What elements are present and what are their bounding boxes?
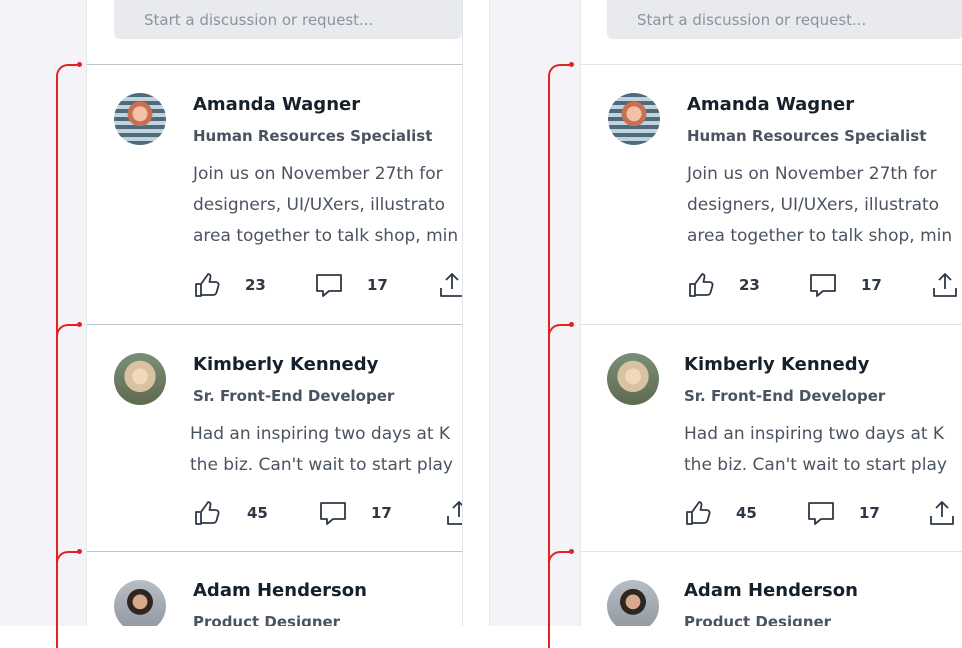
comment-icon[interactable] (807, 499, 835, 527)
post-item: Kimberly Kennedy Sr. Front-End Developer… (87, 324, 462, 553)
thumbs-up-icon[interactable] (687, 271, 715, 299)
post-item: Adam Henderson Product Designer (87, 551, 462, 626)
connector-branch (548, 324, 572, 338)
like-count: 23 (739, 276, 760, 294)
post-line: the biz. Can't wait to start play (190, 455, 453, 475)
post-line: Join us on November 27th for (687, 164, 937, 184)
author-title: Product Designer (684, 613, 832, 626)
connector-dot (569, 549, 574, 554)
connector-dot (77, 322, 82, 327)
search-input[interactable]: Start a discussion or request... (114, 0, 462, 39)
post-body: Join us on November 27th for designers, … (193, 159, 462, 252)
post-item: Adam Henderson Product Designer (581, 551, 962, 626)
avatar[interactable] (607, 580, 659, 626)
post-item: Kimberly Kennedy Sr. Front-End Developer… (581, 324, 962, 553)
share-icon[interactable] (928, 499, 956, 527)
connector-dot (569, 322, 574, 327)
author-title: Sr. Front-End Developer (193, 387, 395, 405)
post-line: the biz. Can't wait to start play (684, 455, 947, 475)
post-line: designers, UI/UXers, illustrato (687, 195, 940, 215)
post-line: designers, UI/UXers, illustrato (193, 195, 446, 215)
post-line: area together to talk shop, min (687, 226, 953, 246)
post-line: area together to talk shop, min (193, 226, 459, 246)
share-icon[interactable] (438, 271, 463, 299)
post-item: Amanda Wagner Human Resources Specialist… (581, 64, 962, 326)
author-name[interactable]: Kimberly Kennedy (684, 354, 869, 375)
avatar[interactable] (114, 93, 166, 145)
thumbs-up-icon[interactable] (193, 499, 221, 527)
author-name[interactable]: Adam Henderson (684, 580, 858, 601)
connector-branch (56, 551, 80, 565)
thumbs-up-icon[interactable] (684, 499, 712, 527)
comment-count: 17 (371, 504, 392, 522)
avatar[interactable] (608, 93, 660, 145)
author-title: Sr. Front-End Developer (684, 387, 886, 405)
like-count: 23 (245, 276, 266, 294)
post-body: Join us on November 27th for designers, … (687, 159, 962, 252)
like-count: 45 (247, 504, 268, 522)
feed-card: Start a discussion or request... Amanda … (86, 0, 462, 626)
post-line: Join us on November 27th for (193, 164, 443, 184)
comment-count: 17 (861, 276, 882, 294)
feed-card: Start a discussion or request... Amanda … (580, 0, 962, 626)
avatar[interactable] (607, 353, 659, 405)
author-name[interactable]: Amanda Wagner (193, 94, 360, 115)
avatar[interactable] (114, 580, 166, 626)
post-actions: 45 17 (684, 499, 962, 529)
share-icon[interactable] (931, 271, 959, 299)
like-count: 45 (736, 504, 757, 522)
comment-count: 17 (859, 504, 880, 522)
post-body: Had an inspiring two days at K the biz. … (190, 419, 462, 481)
connector-dot (77, 62, 82, 67)
connector-dot (77, 549, 82, 554)
search-input[interactable]: Start a discussion or request... (607, 0, 962, 39)
connector-dot (569, 62, 574, 67)
comment-icon[interactable] (315, 271, 343, 299)
author-title: Human Resources Specialist (687, 127, 927, 145)
author-title: Human Resources Specialist (193, 127, 433, 145)
search-placeholder: Start a discussion or request... (637, 11, 867, 29)
connector-branch (56, 64, 80, 78)
post-actions: 23 17 (193, 271, 463, 301)
comment-icon[interactable] (809, 271, 837, 299)
feed-panel-left: Start a discussion or request... Amanda … (0, 0, 463, 626)
post-item: Amanda Wagner Human Resources Specialist… (87, 64, 462, 326)
share-icon[interactable] (445, 499, 463, 527)
author-name[interactable]: Kimberly Kennedy (193, 354, 378, 375)
author-name[interactable]: Amanda Wagner (687, 94, 854, 115)
connector-branch (56, 324, 80, 338)
search-placeholder: Start a discussion or request... (144, 11, 374, 29)
post-body: Had an inspiring two days at K the biz. … (684, 419, 962, 481)
post-line: Had an inspiring two days at K (190, 424, 451, 444)
connector-branch (548, 64, 572, 78)
thumbs-up-icon[interactable] (193, 271, 221, 299)
avatar[interactable] (114, 353, 166, 405)
comment-count: 17 (367, 276, 388, 294)
connector-branch (548, 551, 572, 565)
comment-icon[interactable] (319, 499, 347, 527)
author-title: Product Designer (193, 613, 341, 626)
post-line: Had an inspiring two days at K (684, 424, 945, 444)
post-actions: 23 17 (687, 271, 962, 301)
feed-panel-right: Start a discussion or request... Amanda … (489, 0, 962, 626)
author-name[interactable]: Adam Henderson (193, 580, 367, 601)
post-actions: 45 17 (193, 499, 463, 529)
